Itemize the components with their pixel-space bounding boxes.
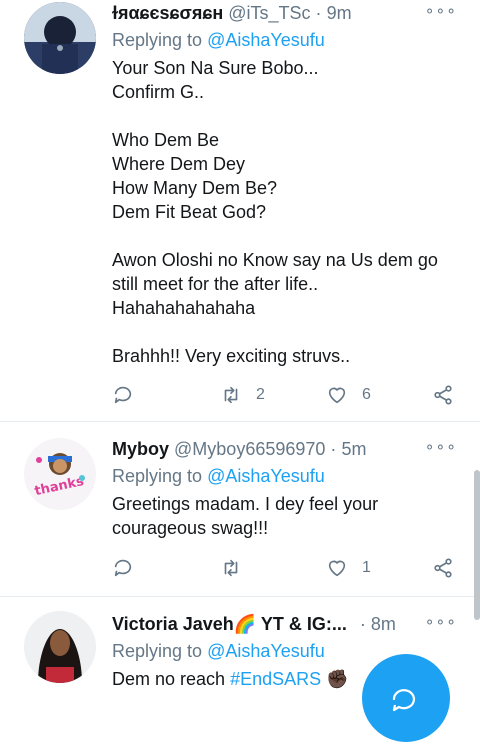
hashtag-link[interactable]: #EndSARS — [230, 669, 321, 689]
retweet-count: 2 — [256, 386, 265, 403]
tweet-actions: 2 6 — [112, 381, 456, 409]
share-icon — [434, 385, 452, 405]
tweet-line-blank — [112, 104, 460, 128]
more-options-icon[interactable]: ⚬⚬⚬ — [424, 614, 457, 631]
tweet-line: Greetings madam. I dey feel your courage… — [112, 494, 379, 538]
like-count: 6 — [362, 386, 371, 403]
replying-prefix: Replying to — [112, 641, 203, 661]
avatar-image — [24, 2, 96, 74]
tweet-line: Who Dem Be — [112, 130, 220, 150]
tweet-line-blank — [112, 224, 460, 248]
reply-button[interactable] — [112, 554, 134, 582]
reply-button[interactable] — [112, 381, 134, 409]
reply-icon — [114, 386, 132, 404]
replying-to: Replying to @AishaYesufu — [112, 466, 325, 487]
mention-link[interactable]: @AishaYesufu — [207, 30, 325, 50]
tweet-1[interactable]: ɫяαɕєѕɕσяɕн @iTs_TSc · 9m ⚬⚬⚬ Replying t… — [0, 0, 480, 422]
tweet-text: Greetings madam. I dey feel your courage… — [112, 492, 400, 540]
retweet-icon — [224, 559, 238, 577]
like-button[interactable]: 6 — [326, 381, 371, 409]
replying-prefix: Replying to — [112, 466, 203, 486]
tweet-line: Where Dem Dey — [112, 154, 246, 174]
more-options-icon[interactable]: ⚬⚬⚬ — [424, 439, 457, 456]
separator-dot: · — [330, 439, 337, 459]
mention-link[interactable]: @AishaYesufu — [207, 641, 325, 661]
more-options-icon[interactable]: ⚬⚬⚬ — [424, 3, 457, 20]
retweet-button[interactable] — [220, 554, 242, 582]
avatar-image — [24, 611, 96, 683]
tweet-line: Your Son Na Sure Bobo... — [112, 58, 319, 78]
avatar[interactable]: thanks — [24, 438, 96, 510]
compose-reply-button[interactable] — [362, 654, 450, 742]
tweet-line-blank — [112, 320, 460, 344]
timestamp[interactable]: 8m — [371, 614, 396, 634]
retweet-icon — [224, 386, 238, 404]
timestamp[interactable]: 9m — [327, 3, 352, 23]
tweet-text-prefix: Dem no reach — [112, 669, 226, 689]
tweet-text: Your Son Na Sure Bobo... Confirm G.. Who… — [112, 56, 460, 368]
tweet-line: Confirm G.. — [112, 82, 205, 102]
replying-to: Replying to @AishaYesufu — [112, 641, 325, 662]
tweet-header: ɫяαɕєѕɕσяɕн @iTs_TSc · 9m ⚬⚬⚬ — [112, 3, 457, 29]
reply-icon — [114, 559, 132, 577]
like-button[interactable]: 1 — [326, 554, 371, 582]
share-button[interactable] — [432, 554, 454, 582]
replying-prefix: Replying to — [112, 30, 203, 50]
tweet-line: Awon Oloshi no Know say na Us dem go sti… — [112, 250, 438, 294]
tweet-2[interactable]: thanks Myboy @Myboy66596970 · 5m ⚬⚬⚬ Rep… — [0, 422, 480, 597]
tweet-line: Hahahahahahaha — [112, 298, 256, 318]
avatar[interactable] — [24, 611, 96, 683]
tweet-actions: 1 — [112, 554, 456, 582]
scrollbar-thumb[interactable] — [474, 470, 480, 620]
raised-fist-emoji: ✊🏿 — [326, 669, 349, 689]
tweet-line: Dem Fit Beat God? — [112, 202, 267, 222]
compose-icon — [392, 689, 416, 712]
share-button[interactable] — [432, 381, 454, 409]
separator-dot: · — [359, 614, 366, 634]
user-handle[interactable]: @Myboy66596970 — [174, 439, 325, 459]
tweet-header: Victoria Javeh🌈 YT & IG:... · 8m ⚬⚬⚬ — [112, 614, 457, 640]
display-name[interactable]: Myboy — [112, 439, 169, 459]
tweet-line: Brahhh!! Very exciting struvs.. — [112, 346, 351, 366]
user-handle[interactable]: @iTs_TSc — [228, 3, 310, 23]
heart-icon — [328, 387, 346, 404]
mention-link[interactable]: @AishaYesufu — [207, 466, 325, 486]
retweet-button[interactable]: 2 — [220, 381, 265, 409]
tweet-line: How Many Dem Be? — [112, 178, 278, 198]
avatar[interactable] — [24, 2, 96, 74]
avatar-image: thanks — [24, 438, 96, 510]
tweet-header: Myboy @Myboy66596970 · 5m ⚬⚬⚬ — [112, 439, 457, 465]
display-name[interactable]: ɫяαɕєѕɕσяɕн — [112, 3, 223, 23]
share-icon — [434, 558, 452, 578]
replying-to: Replying to @AishaYesufu — [112, 30, 325, 51]
like-count: 1 — [362, 559, 371, 576]
display-name[interactable]: Victoria Javeh🌈 YT & IG:... — [112, 614, 347, 634]
heart-icon — [328, 560, 346, 577]
separator-dot: · — [315, 3, 322, 23]
timestamp[interactable]: 5m — [341, 439, 366, 459]
